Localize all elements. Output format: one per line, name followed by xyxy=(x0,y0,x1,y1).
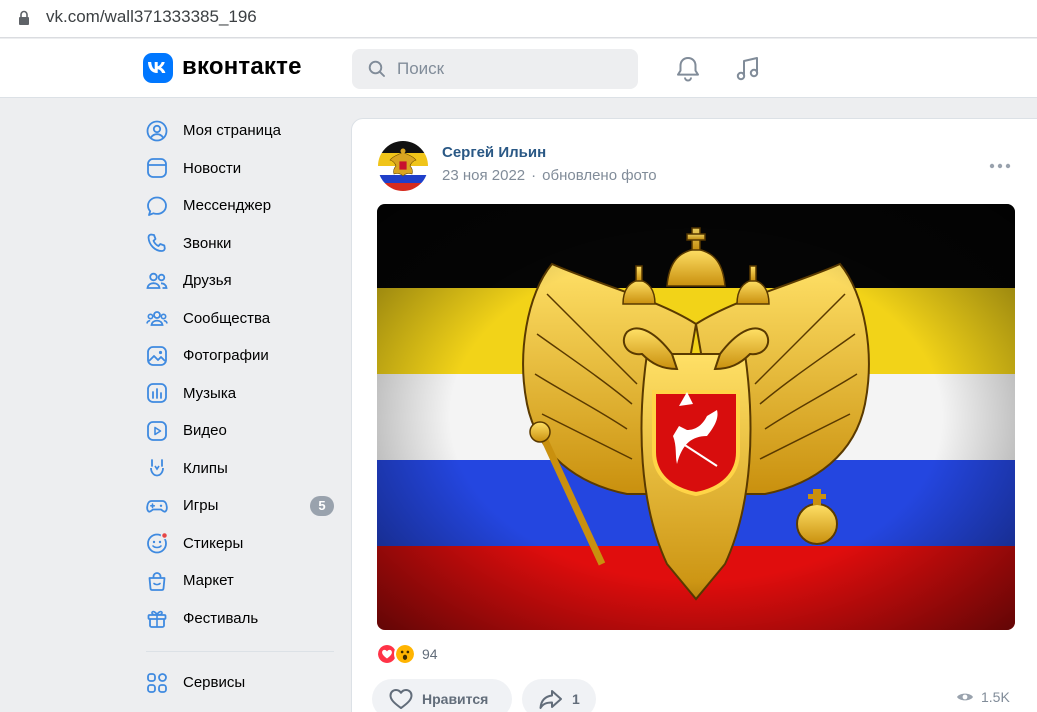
sidebar-item-label: Сервисы xyxy=(183,674,246,692)
more-options-icon[interactable] xyxy=(989,163,1011,169)
news-icon xyxy=(146,157,168,179)
share-arrow-icon xyxy=(539,690,562,709)
sidebar-item-photos[interactable]: Фотографии xyxy=(140,337,340,375)
video-icon xyxy=(146,420,168,442)
views-count: 1.5K xyxy=(981,689,1010,705)
search-input[interactable]: Поиск xyxy=(352,49,638,89)
sidebar-item-clips[interactable]: Клипы xyxy=(140,450,340,488)
sidebar-item-label: Игры xyxy=(183,497,219,515)
views-counter: 1.5K xyxy=(956,689,1010,705)
search-icon xyxy=(368,60,385,77)
sidebar-item-festival[interactable]: Фестиваль xyxy=(140,600,340,638)
sidebar-item-services[interactable]: Сервисы xyxy=(140,664,340,702)
sidebar-item-label: Стикеры xyxy=(183,534,244,552)
sidebar-item-label: Видео xyxy=(183,422,227,440)
sidebar-item-label: Фестиваль xyxy=(183,609,259,627)
sidebar-item-market[interactable]: Маркет xyxy=(140,562,340,600)
sidebar-item-messenger[interactable]: Мессенджер xyxy=(140,187,340,225)
sidebar-item-games[interactable]: Игры 5 xyxy=(140,487,340,525)
music-icon[interactable] xyxy=(735,55,761,83)
services-icon xyxy=(146,672,168,694)
sidebar-item-music[interactable]: Музыка xyxy=(140,375,340,413)
sidebar-item-friends[interactable]: Друзья xyxy=(140,262,340,300)
sidebar-item-news[interactable]: Новости xyxy=(140,150,340,188)
heart-outline-icon xyxy=(389,689,413,709)
eye-icon xyxy=(957,693,973,701)
like-label: Нравится xyxy=(422,691,489,707)
left-sidebar: Моя страница Новости Мессенджер Звонки Д… xyxy=(140,112,340,702)
reactions-summary[interactable]: 94 xyxy=(376,643,438,665)
photo-icon xyxy=(146,345,168,367)
post-action: обновлено фото xyxy=(542,167,657,184)
top-header: вконтакте Поиск xyxy=(0,39,1037,98)
sidebar-divider xyxy=(146,651,334,652)
reactions-count: 94 xyxy=(422,646,438,662)
url-text: vk.com/wall371333385_196 xyxy=(46,7,257,26)
sidebar-item-label: Сообщества xyxy=(183,309,271,327)
wall-post: Сергей Ильин 23 ноя 2022 · обновлено фото xyxy=(351,118,1037,712)
share-count: 1 xyxy=(572,691,580,707)
market-icon xyxy=(146,570,168,592)
wow-reaction-icon xyxy=(394,643,416,665)
sidebar-item-label: Моя страница xyxy=(183,122,281,140)
sidebar-item-label: Мессенджер xyxy=(183,197,272,215)
vk-logo-text[interactable]: вконтакте xyxy=(182,53,302,81)
message-icon xyxy=(146,195,168,217)
sidebar-item-video[interactable]: Видео xyxy=(140,412,340,450)
search-placeholder: Поиск xyxy=(397,59,445,78)
sidebar-item-label: Звонки xyxy=(183,234,232,252)
sidebar-item-label: Новости xyxy=(183,159,242,177)
sidebar-item-communities[interactable]: Сообщества xyxy=(140,300,340,338)
sidebar-item-label: Клипы xyxy=(183,459,228,477)
sticker-icon xyxy=(146,532,168,554)
share-button[interactable]: 1 xyxy=(522,679,596,712)
lock-icon xyxy=(19,10,29,25)
sidebar-item-label: Маркет xyxy=(183,572,234,590)
sidebar-item-my-page[interactable]: Моя страница xyxy=(140,112,340,150)
meta-separator: · xyxy=(531,167,537,184)
sidebar-item-stickers[interactable]: Стикеры xyxy=(140,525,340,563)
clips-icon xyxy=(146,457,168,479)
sidebar-item-label: Друзья xyxy=(183,272,232,290)
gift-icon xyxy=(146,607,168,629)
like-button[interactable]: Нравится xyxy=(372,679,512,712)
browser-address-bar[interactable]: vk.com/wall371333385_196 xyxy=(0,0,1037,38)
vk-logo-icon[interactable] xyxy=(143,53,173,83)
phone-icon xyxy=(146,232,168,254)
music-icon xyxy=(146,382,168,404)
post-date[interactable]: 23 ноя 2022 xyxy=(442,167,525,184)
sidebar-item-label: Музыка xyxy=(183,384,237,402)
user-circle-icon xyxy=(146,120,168,142)
gamepad-icon xyxy=(146,495,168,517)
avatar[interactable] xyxy=(378,141,428,191)
communities-icon xyxy=(146,307,168,329)
post-meta: 23 ноя 2022 · обновлено фото xyxy=(442,167,657,184)
post-photo[interactable] xyxy=(377,204,1015,630)
post-author-link[interactable]: Сергей Ильин xyxy=(442,144,546,161)
sidebar-item-label: Фотографии xyxy=(183,347,269,365)
sidebar-item-calls[interactable]: Звонки xyxy=(140,225,340,263)
notification-badge: 5 xyxy=(310,496,334,516)
bell-icon[interactable] xyxy=(675,55,701,83)
friends-icon xyxy=(146,270,168,292)
